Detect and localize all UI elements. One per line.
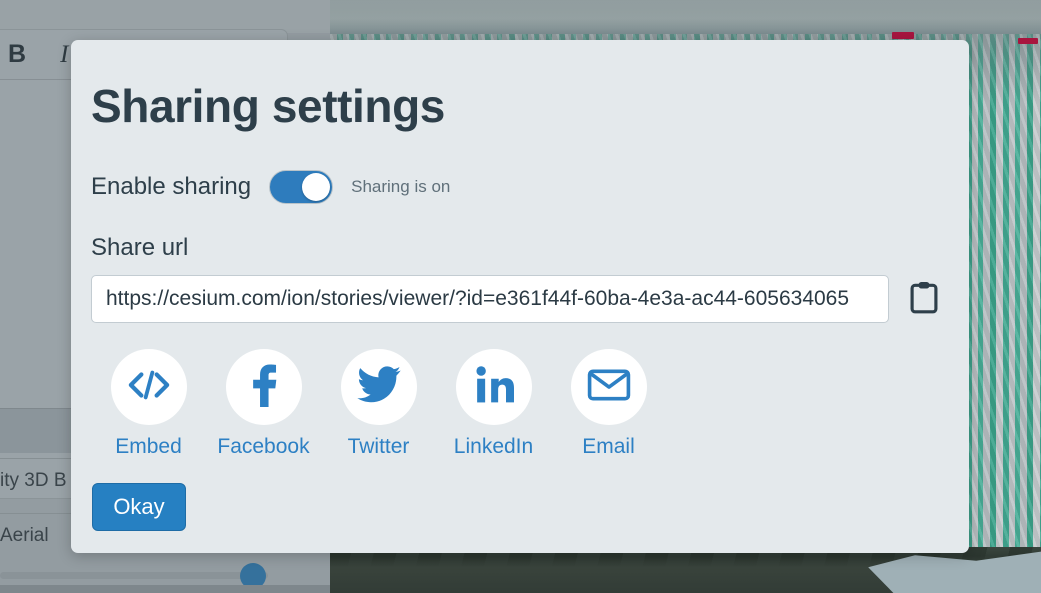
clipboard-icon — [909, 280, 939, 319]
enable-sharing-row: Enable sharing Sharing is on — [91, 170, 941, 205]
dialog-title: Sharing settings — [91, 80, 445, 132]
share-linkedin-label: LinkedIn — [453, 435, 534, 459]
share-embed-button[interactable]: Embed — [91, 349, 206, 459]
okay-button[interactable]: Okay — [92, 483, 186, 532]
share-twitter-button[interactable]: Twitter — [321, 349, 436, 459]
share-email-label: Email — [582, 435, 635, 459]
sharing-settings-dialog: Sharing settings Enable sharing Sharing … — [71, 40, 969, 553]
share-email-button[interactable]: Email — [551, 349, 666, 459]
share-twitter-label: Twitter — [347, 435, 410, 459]
share-embed-label: Embed — [115, 435, 182, 459]
layer-row-label: ity 3D B — [0, 470, 67, 491]
share-facebook-label: Facebook — [217, 435, 310, 459]
social-share-row: Embed Facebook Twitter LinkedIn Email — [91, 349, 941, 459]
toggle-knob — [302, 173, 331, 202]
enable-sharing-toggle[interactable] — [269, 170, 334, 205]
share-email-circle — [570, 349, 647, 426]
share-url-row — [91, 275, 941, 324]
code-icon — [128, 369, 170, 406]
copy-to-clipboard-button[interactable] — [907, 279, 941, 319]
twitter-icon — [356, 366, 401, 409]
sharing-status-text: Sharing is on — [351, 177, 451, 197]
share-facebook-circle — [225, 349, 302, 426]
map-marker — [1018, 38, 1038, 44]
share-twitter-circle — [340, 349, 417, 426]
layer-row-label: Aerial — [0, 525, 49, 546]
facebook-icon — [244, 363, 284, 412]
map-marker — [892, 32, 914, 39]
share-url-label: Share url — [91, 234, 189, 262]
share-linkedin-circle — [455, 349, 532, 426]
share-url-input[interactable] — [91, 275, 890, 324]
map-sky — [330, 0, 1041, 34]
linkedin-icon — [474, 365, 514, 410]
enable-sharing-label: Enable sharing — [91, 173, 252, 201]
editor-bottom-strip — [0, 585, 330, 593]
share-linkedin-button[interactable]: LinkedIn — [436, 349, 551, 459]
share-facebook-button[interactable]: Facebook — [206, 349, 321, 459]
opacity-slider-track[interactable] — [0, 572, 268, 579]
bold-button[interactable]: B — [2, 42, 32, 67]
share-embed-circle — [110, 349, 187, 426]
envelope-icon — [587, 368, 631, 407]
app-root: B I ity 3D B Aerial Sharing settings Ena… — [0, 0, 1041, 593]
